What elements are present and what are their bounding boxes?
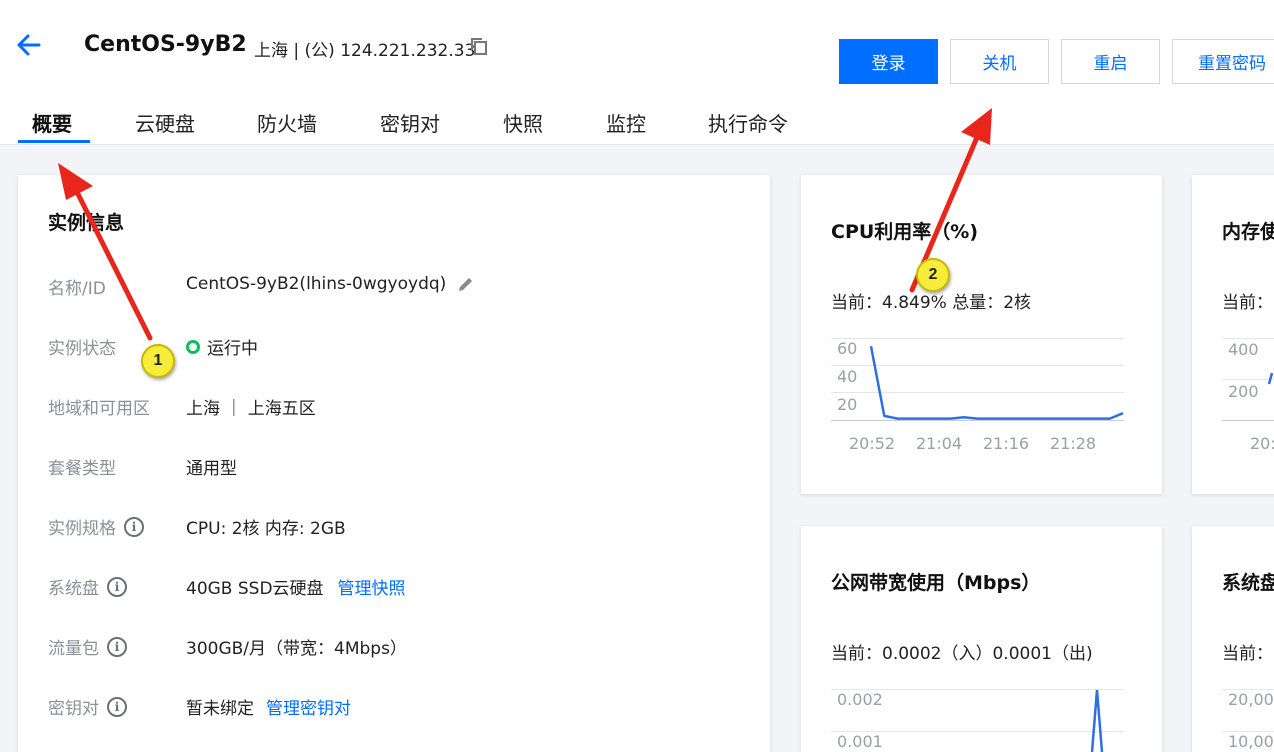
bandwidth-card-title: 公网带宽使用（Mbps）	[831, 572, 1041, 594]
status-text: 运行中	[207, 339, 258, 359]
instance-info-card: 实例信息	[18, 175, 770, 752]
page-header: CentOS-9yB2 上海 | (公) 124.221.232.33 登录 关…	[0, 0, 1274, 145]
cpu-series-line	[869, 345, 1124, 420]
restart-button[interactable]: 重启	[1061, 39, 1160, 84]
row-label-keypair: 密钥对 i	[48, 694, 127, 719]
disk-ytick: 20,000	[1228, 690, 1274, 709]
info-icon[interactable]: i	[107, 636, 127, 657]
instance-title: CentOS-9yB2	[84, 32, 247, 57]
disk-card-title: 系统盘	[1222, 572, 1274, 594]
row-value-region: 上海 ｜ 上海五区	[186, 399, 316, 419]
mem-x-axis	[1222, 420, 1274, 421]
info-icon[interactable]: i	[107, 696, 127, 717]
cpu-card-title: CPU利用率（%)	[831, 221, 979, 243]
shutdown-button[interactable]: 关机	[950, 39, 1049, 84]
annotation-badge-2: 2	[916, 258, 950, 292]
login-button[interactable]: 登录	[839, 39, 938, 84]
instance-name-id: CentOS-9yB2(lhins-0wgyoydq)	[186, 274, 447, 294]
row-label-name-id: 名称/ID	[48, 279, 106, 299]
row-label-spec: 实例规格 i	[48, 514, 144, 539]
manage-snapshot-link[interactable]: 管理快照	[338, 574, 406, 599]
row-value-spec: CPU: 2核 内存: 2GB	[186, 519, 346, 539]
tab-monitor[interactable]: 监控	[606, 108, 646, 137]
traffic-label-text: 流量包	[48, 639, 99, 659]
row-label-status: 实例状态	[48, 339, 116, 359]
tab-firewall[interactable]: 防火墙	[257, 108, 317, 137]
annotation-badge-1: 1	[141, 344, 175, 378]
back-arrow-icon[interactable]	[14, 30, 44, 60]
tab-cloud-disk[interactable]: 云硬盘	[135, 108, 195, 137]
row-label-system-disk: 系统盘 i	[48, 574, 127, 599]
info-icon[interactable]: i	[107, 576, 127, 597]
mem-grid-line	[1222, 338, 1274, 339]
system-disk-card: 系统盘 当前：	[1192, 526, 1274, 752]
mem-ytick: 400	[1228, 340, 1259, 359]
running-status-icon	[186, 339, 200, 354]
tab-key-pair[interactable]: 密钥对	[380, 108, 440, 137]
mem-xtick: 20:	[1250, 434, 1274, 453]
disk-current-value: 当前：	[1222, 644, 1273, 664]
memory-card-title: 内存使	[1222, 221, 1274, 243]
active-tab-indicator	[18, 140, 90, 143]
system-disk-label-text: 系统盘	[48, 579, 99, 599]
disk-ytick: 10,000	[1228, 732, 1274, 751]
bandwidth-current-value: 当前：0.0002（入）0.0001（出)	[831, 644, 1093, 664]
keypair-text: 暂未绑定	[186, 699, 254, 719]
mem-line-fragment	[1268, 372, 1274, 385]
copy-icon[interactable]	[470, 37, 488, 55]
keypair-label-text: 密钥对	[48, 699, 99, 719]
row-value-traffic: 300GB/月（带宽：4Mbps）	[186, 639, 407, 659]
info-icon[interactable]: i	[124, 516, 144, 537]
row-value-system-disk: 40GB SSD云硬盘 管理快照	[186, 574, 406, 599]
cpu-line-chart	[869, 345, 1124, 420]
reset-password-button[interactable]: 重置密码	[1172, 39, 1274, 84]
row-value-status: 运行中	[186, 334, 258, 359]
cpu-xtick: 21:28	[1050, 434, 1097, 453]
row-value-plan-type: 通用型	[186, 459, 237, 479]
cpu-xtick: 21:04	[916, 434, 963, 453]
tab-snapshot[interactable]: 快照	[503, 108, 543, 137]
row-label-traffic: 流量包 i	[48, 634, 127, 659]
manage-keypair-link[interactable]: 管理密钥对	[266, 694, 351, 719]
system-disk-text: 40GB SSD云硬盘	[186, 579, 324, 599]
row-label-region: 地域和可用区	[48, 399, 150, 419]
tab-overview[interactable]: 概要	[32, 108, 72, 137]
instance-info-title: 实例信息	[48, 212, 125, 234]
net-ytick: 0.001	[837, 732, 883, 751]
memory-current-value: 当前：	[1222, 293, 1273, 313]
instance-location-ip: 上海 | (公) 124.221.232.33	[254, 41, 476, 61]
spec-label-text: 实例规格	[48, 519, 116, 539]
cpu-xtick: 21:16	[983, 434, 1030, 453]
net-ytick: 0.002	[837, 690, 883, 709]
cpu-xtick: 20:52	[849, 434, 896, 453]
edit-pencil-icon[interactable]	[456, 274, 476, 294]
net-line-spike	[1090, 689, 1104, 752]
row-value-keypair: 暂未绑定 管理密钥对	[186, 694, 351, 719]
row-value-name-id: CentOS-9yB2(lhins-0wgyoydq)	[186, 274, 476, 294]
tab-run-command[interactable]: 执行命令	[708, 108, 788, 137]
mem-ytick: 200	[1228, 382, 1259, 401]
mem-grid-line	[1222, 379, 1274, 380]
row-label-plan-type: 套餐类型	[48, 459, 116, 479]
